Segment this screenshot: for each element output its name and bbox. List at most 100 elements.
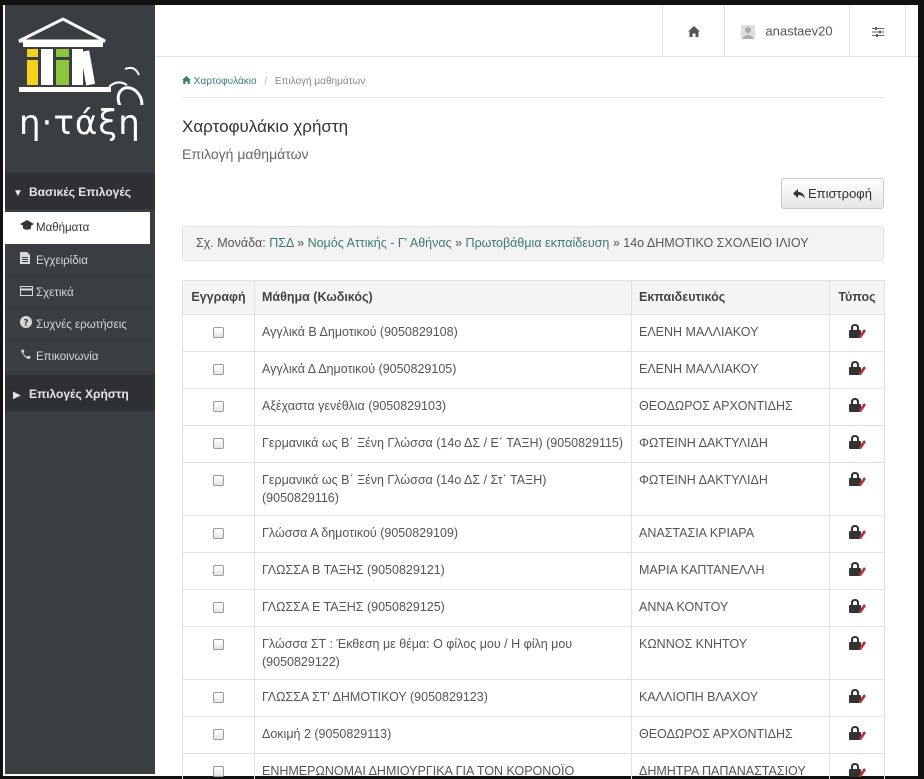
lock-edit-icon[interactable] [848,562,866,581]
sidebar-item-courses[interactable]: Μαθήματα [5,212,150,244]
breadcrumb-separator: / [264,76,268,87]
lock-edit-icon[interactable] [848,361,866,380]
topbar: anastaev20 [155,5,918,57]
sidebar-item-faq[interactable]: ? Συχνές ερωτήσεις [5,309,155,341]
enroll-checkbox[interactable] [213,528,224,539]
breadcrumb-home-label: Χαρτοφυλάκιο [193,76,257,87]
enroll-checkbox[interactable] [213,692,224,703]
sidebar-item-label: Σχετικά [36,287,74,299]
lock-edit-icon[interactable] [848,525,866,544]
breadcrumb: Χαρτοφυλάκιο / Επιλογή μαθημάτων [182,76,365,87]
sidebar-item-contact[interactable]: Επικοινωνία [5,341,155,373]
table-row: Γερμανικά ως Β΄ Ξένη Γλώσσα (14ο ΔΣ / Ε΄… [182,425,885,463]
lock-edit-icon[interactable] [848,599,866,618]
table-row: Αγγλικά Β Δημοτικού (9050829108) ΕΛΕΝΗ ΜΑ… [182,314,885,352]
lock-edit-icon[interactable] [848,324,866,343]
lock-edit-icon[interactable] [848,726,866,745]
teacher-cell: ΜΑΡΙΑ ΚΑΠΤΑΝΕΛΛΗ [631,552,830,590]
course-cell: ΕΝΗΜΕΡΩΝΟΜΑΙ ΔΗΜΙΟΥΡΓΙΚΑ ΓΙΑ ΤΟΝ ΚΟΡΟΝΟΪ… [254,753,632,779]
type-cell [829,589,885,627]
phone-icon [20,341,36,373]
school-unit-breadcrumb: Σχ. Μονάδα: ΠΣΔ » Νομός Αττικής - Γ' Αθή… [182,226,884,261]
teacher-cell: ΕΛΕΝΗ ΜΑΛΛΙΑΚΟΥ [631,314,830,352]
page-subtitle: Επιλογή μαθημάτων [182,146,309,162]
chevron-right-icon: ▶ [13,390,21,401]
type-cell [829,552,885,590]
graduation-cap-icon [20,212,36,244]
enroll-checkbox[interactable] [213,766,224,777]
table-row: Γλώσσα ΣΤ : Έκθεση με θέμα: Ο φίλος μου … [182,626,885,680]
course-cell: Γερμανικά ως Β΄ Ξένη Γλώσσα (14ο ΔΣ / Στ… [254,462,632,516]
enroll-checkbox[interactable] [213,565,224,576]
type-cell [829,626,885,680]
sidebar-item-about[interactable]: Σχετικά [5,277,155,309]
teacher-cell: ΦΩΤΕΙΝΗ ΔΑΚΤΥΛΙΔΗ [631,462,830,516]
enroll-checkbox[interactable] [213,729,224,740]
table-row: ΓΛΩΣΣΑ ΣΤ' ΔΗΜΟΤΙΚΟΥ (9050829123) ΚΑΛΛΙΟΠ… [182,679,885,717]
enroll-cell [182,351,255,389]
table-row: ΕΝΗΜΕΡΩΝΟΜΑΙ ΔΗΜΙΟΥΡΓΙΚΑ ΓΙΑ ΤΟΝ ΚΟΡΟΝΟΪ… [182,753,885,779]
lock-edit-icon[interactable] [848,435,866,454]
enroll-checkbox[interactable] [213,401,224,412]
enroll-cell [182,462,255,516]
enroll-checkbox[interactable] [213,438,224,449]
question-circle-icon: ? [20,309,36,341]
divider [182,97,884,98]
logo[interactable]: η·τάξη [5,5,155,173]
table-row: Γλώσσα Α δημοτικού (9050829109) ΑΝΑΣΤΑΣΙΑ… [182,515,885,553]
sidebar-section-user[interactable]: ▶ Επιλογές Χρήστη [5,375,155,411]
courses-table: Εγγραφή Μάθημα (Κωδικός) Εκπαιδευτικός Τ… [182,280,885,779]
user-menu[interactable]: anastaev20 [724,5,849,57]
home-button[interactable] [662,5,724,57]
table-header-row: Εγγραφή Μάθημα (Κωδικός) Εκπαιδευτικός Τ… [182,280,885,315]
breadcrumb-current: Επιλογή μαθημάτων [274,76,366,87]
teacher-cell: ΑΝΑΣΤΑΣΙΑ ΚΡΙΑΡΑ [631,515,830,553]
table-row: ΓΛΩΣΣΑ Ε ΤΑΞΗΣ (9050829125) ΑΝΝΑ ΚΟΝΤΟΥ [182,589,885,627]
type-cell [829,716,885,754]
page-title: Χαρτοφυλάκιο χρήστη [182,117,349,136]
lock-edit-icon[interactable] [848,398,866,417]
enroll-checkbox[interactable] [213,639,224,650]
table-row: Αξέχαστα γενέθλια (9050829103) ΘΕΟΔΩΡΟΣ Α… [182,388,885,426]
breadcrumb-home[interactable]: Χαρτοφυλάκιο [182,76,257,87]
course-cell: Αγγλικά Δ Δημοτικού (9050829105) [254,351,632,389]
lock-edit-icon[interactable] [848,636,866,655]
course-cell: Αξέχαστα γενέθλια (9050829103) [254,388,632,426]
lock-edit-icon[interactable] [848,689,866,708]
chevron-down-icon: ▼ [13,188,23,199]
sidebar-item-label: Συχνές ερωτήσεις [36,319,127,331]
enroll-checkbox[interactable] [213,327,224,338]
course-cell: ΓΛΩΣΣΑ Ε ΤΑΞΗΣ (9050829125) [254,589,632,627]
type-cell [829,388,885,426]
enroll-checkbox[interactable] [213,364,224,375]
unit-link-prefecture[interactable]: Νομός Αττικής - Γ' Αθήνας [308,236,452,250]
back-button-label: Επιστροφή [808,186,872,201]
lock-edit-icon[interactable] [848,472,866,491]
sliders-icon [871,26,884,37]
sidebar-item-manuals[interactable]: Εγχειρίδια [5,245,155,277]
unit-link-psd[interactable]: ΠΣΔ [269,236,293,250]
course-cell: Δοκιμή 2 (9050829113) [254,716,632,754]
course-cell: Γλώσσα ΣΤ : Έκθεση με θέμα: Ο φίλος μου … [254,626,632,680]
enroll-cell [182,515,255,553]
back-button[interactable]: Επιστροφή [781,178,884,209]
header-enroll: Εγγραφή [182,280,255,315]
sidebar: η·τάξη ▼ Βασικές Επιλογές Μαθήματα Εγχειρ… [5,5,155,774]
lock-edit-icon[interactable] [848,763,866,779]
enroll-cell [182,314,255,352]
home-icon [182,76,191,84]
type-cell [829,314,885,352]
course-cell: ΓΛΩΣΣΑ Β ΤΑΞΗΣ (9050829121) [254,552,632,590]
section-label: Επιλογές Χρήστη [29,387,129,401]
enroll-cell [182,388,255,426]
reply-icon [793,189,805,199]
enroll-checkbox[interactable] [213,602,224,613]
sidebar-item-label: Εγχειρίδια [36,255,88,267]
unit-separator: » [612,236,620,250]
teacher-cell: ΕΛΕΝΗ ΜΑΛΛΙΑΚΟΥ [631,351,830,389]
sidebar-section-basic[interactable]: ▼ Βασικές Επιλογές [5,173,155,209]
file-icon [20,245,36,277]
unit-link-level[interactable]: Πρωτοβάθμια εκπαίδευση [466,236,610,250]
settings-button[interactable] [849,5,906,57]
enroll-checkbox[interactable] [213,475,224,486]
